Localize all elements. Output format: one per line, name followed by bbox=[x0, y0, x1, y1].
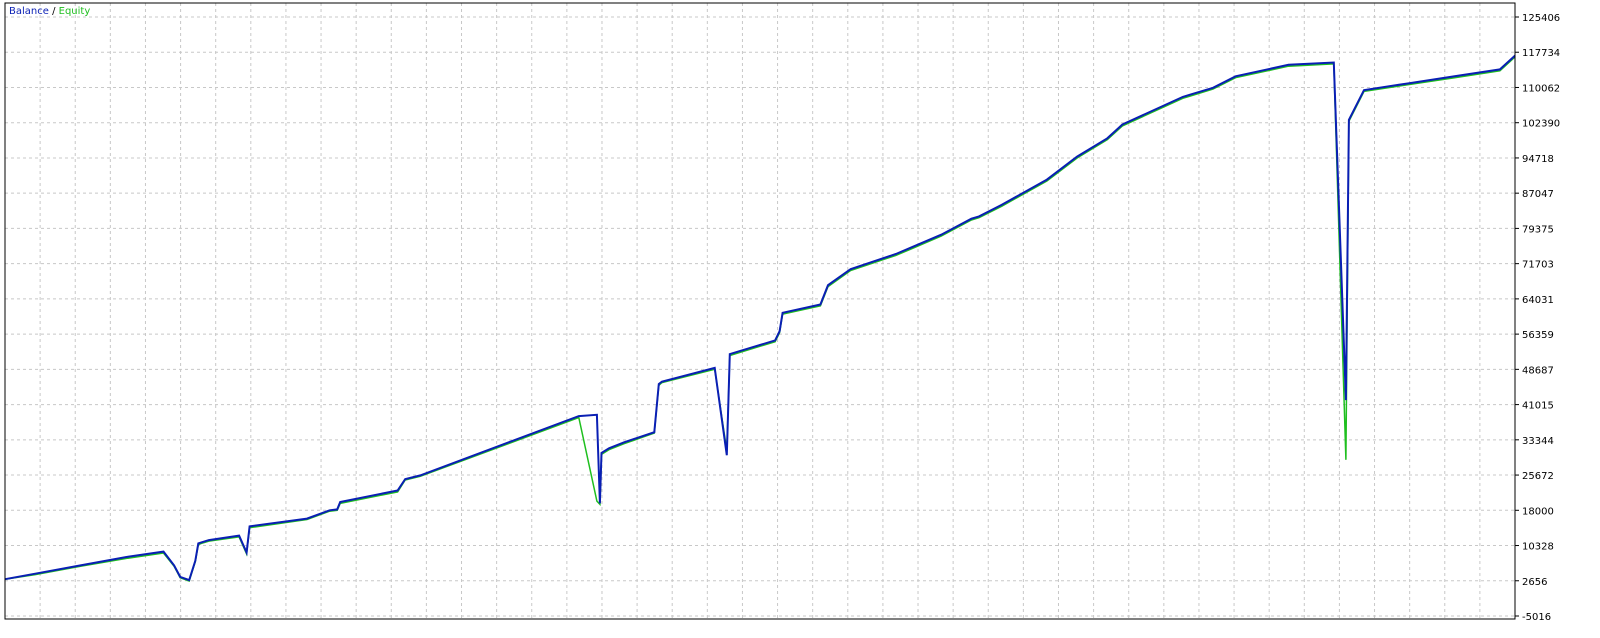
legend-separator: / bbox=[49, 6, 59, 17]
y-tick-label: 33344 bbox=[1522, 436, 1554, 447]
y-tick-label: 125406 bbox=[1522, 13, 1560, 24]
y-tick-label: 117734 bbox=[1522, 48, 1560, 59]
y-tick-label: 87047 bbox=[1522, 189, 1554, 200]
y-tick-label: 2656 bbox=[1522, 577, 1547, 588]
y-tick-label: 41015 bbox=[1522, 401, 1554, 412]
y-tick-label: 79375 bbox=[1522, 224, 1554, 235]
y-tick-label: 64031 bbox=[1522, 295, 1554, 306]
chart-container: 125406 117734 110062 102390 94718 87047 79375 7… bbox=[0, 0, 1600, 634]
y-tick-label: 94718 bbox=[1522, 154, 1554, 165]
y-tick-label: 48687 bbox=[1522, 365, 1554, 376]
y-tick-label: 10328 bbox=[1522, 542, 1554, 553]
legend: Balance / Equity bbox=[9, 6, 90, 17]
y-tick-label: 25672 bbox=[1522, 471, 1554, 482]
y-tick-label: 110062 bbox=[1522, 83, 1560, 94]
y-tick-label: 71703 bbox=[1522, 260, 1554, 271]
y-tick-label: -5016 bbox=[1522, 612, 1551, 623]
legend-balance: Balance bbox=[9, 6, 49, 17]
y-tick-label: 102390 bbox=[1522, 119, 1560, 130]
y-tick-label: 56359 bbox=[1522, 330, 1554, 341]
legend-equity: Equity bbox=[59, 6, 91, 17]
y-tick-label: 18000 bbox=[1522, 506, 1554, 517]
balance-equity-chart: 125406 117734 110062 102390 94718 87047 79375 7… bbox=[0, 0, 1600, 634]
